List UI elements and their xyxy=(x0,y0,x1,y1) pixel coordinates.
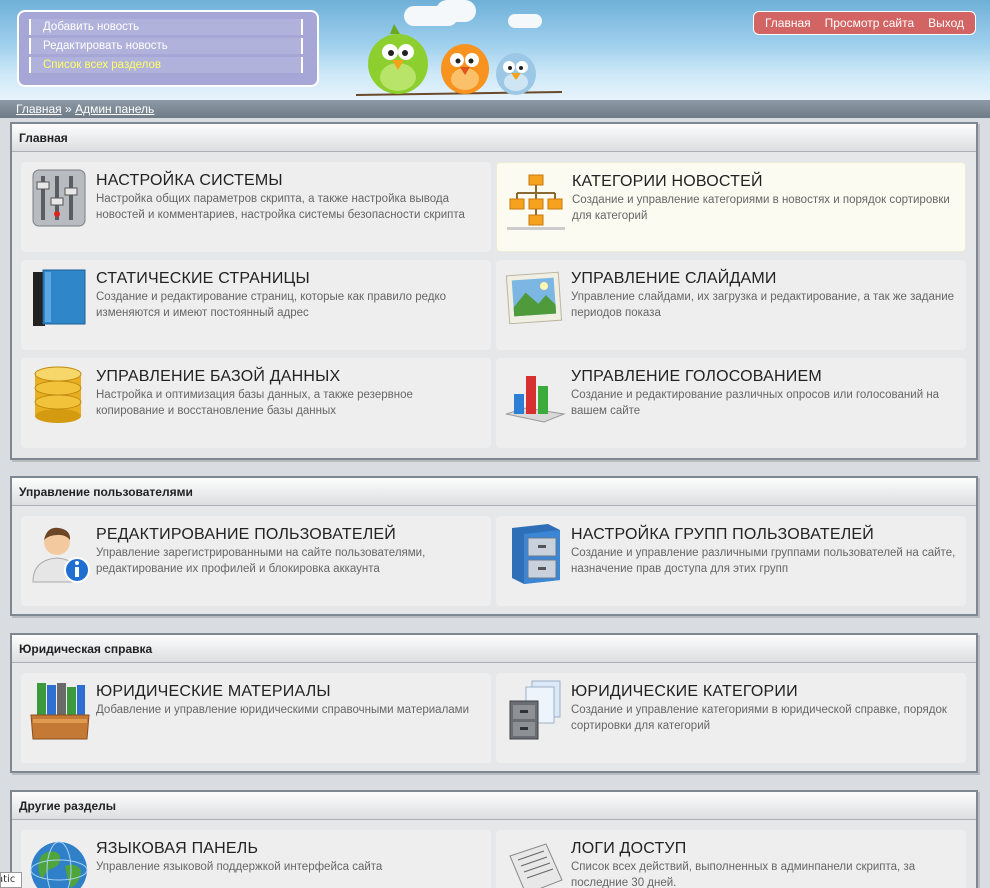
card-description: Настройка и оптимизация базы данных, а т… xyxy=(96,389,413,417)
card-legal-categories[interactable]: ЮРИДИЧЕСКИЕ КАТЕГОРИИ Создание и управле… xyxy=(496,673,966,763)
mixer-settings-icon xyxy=(32,169,86,227)
card-description: Управление языковой поддержкой интерфейс… xyxy=(96,861,383,873)
card-access-logs[interactable]: ЛОГИ ДОСТУП Список всех действий, выполн… xyxy=(496,830,966,888)
card-description: Создание и управление категориями в юрид… xyxy=(571,704,947,732)
bar-chart-icon xyxy=(505,376,566,423)
section-other: Другие разделы ЯЗЫКОВАЯ ПАНЕЛЬ Управлени… xyxy=(10,790,978,888)
card-title: НАСТРОЙКА ГРУПП ПОЛЬЗОВАТЕЛЕЙ xyxy=(571,526,874,543)
section-title: Управление пользователями xyxy=(12,478,976,506)
quick-menu-all-sections[interactable]: Список всех разделов xyxy=(29,57,303,73)
section-title: Главная xyxy=(12,124,976,152)
nav-view-site-link[interactable]: Просмотр сайта xyxy=(825,16,915,30)
card-description: Управление зарегистрированными на сайте … xyxy=(96,547,426,575)
hierarchy-icon xyxy=(507,174,565,230)
card-description: Список всех действий, выполненных в адми… xyxy=(571,861,916,888)
card-title: ЯЗЫКОВАЯ ПАНЕЛЬ xyxy=(96,840,259,857)
card-description: Создание и управление различными группам… xyxy=(571,547,956,575)
card-title: СТАТИЧЕСКИЕ СТРАНИЦЫ xyxy=(96,270,310,287)
card-database[interactable]: УПРАВЛЕНИЕ БАЗОЙ ДАННЫХ Настройка и опти… xyxy=(21,358,491,448)
cloud xyxy=(436,0,476,22)
card-slides[interactable]: УПРАВЛЕНИЕ СЛАЙДАМИ Управление слайдами,… xyxy=(496,260,966,350)
card-description: Настройка общих параметров скрипта, а та… xyxy=(96,193,465,221)
card-title: РЕДАКТИРОВАНИЕ ПОЛЬЗОВАТЕЛЕЙ xyxy=(96,526,396,543)
header: Добавить новость Редактировать новость С… xyxy=(0,0,990,100)
card-description: Создание и редактирование различных опро… xyxy=(571,389,940,417)
card-title: УПРАВЛЕНИЕ БАЗОЙ ДАННЫХ xyxy=(96,368,341,385)
section-legal: Юридическая справка ЮРИДИЧЕСКИЕ МАТЕРИАЛ… xyxy=(10,633,978,773)
card-language-panel[interactable]: ЯЗЫКОВАЯ ПАНЕЛЬ Управление языковой подд… xyxy=(21,830,491,888)
breadcrumb-separator: » xyxy=(65,102,72,116)
binders-icon xyxy=(30,683,90,740)
log-document-icon xyxy=(509,843,563,888)
user-info-icon xyxy=(32,527,90,583)
quick-menu: Добавить новость Редактировать новость С… xyxy=(17,10,319,87)
card-legal-materials[interactable]: ЮРИДИЧЕСКИЕ МАТЕРИАЛЫ Добавление и управ… xyxy=(21,673,491,763)
nav-home-link[interactable]: Главная xyxy=(765,16,811,30)
database-icon xyxy=(34,366,82,423)
card-voting[interactable]: УПРАВЛЕНИЕ ГОЛОСОВАНИЕМ Создание и редак… xyxy=(496,358,966,448)
card-static-pages[interactable]: СТАТИЧЕСКИЕ СТРАНИЦЫ Создание и редактир… xyxy=(21,260,491,350)
birds-logo xyxy=(356,24,562,96)
card-description: Добавление и управление юридическими спр… xyxy=(96,704,470,716)
picture-icon xyxy=(505,271,563,325)
top-nav: Главная Просмотр сайта Выход xyxy=(753,11,976,35)
globe-icon xyxy=(30,841,88,888)
nav-logout-link[interactable]: Выход xyxy=(928,16,964,30)
quick-menu-add-news[interactable]: Добавить новость xyxy=(29,19,303,35)
section-main: Главная НАСТРОЙКА СИСТЕМЫ Настройка общи… xyxy=(10,122,978,460)
card-title: КАТЕГОРИИ НОВОСТЕЙ xyxy=(572,173,763,190)
section-users: Управление пользователями РЕДАКТИРОВАНИЕ… xyxy=(10,476,978,616)
card-title: НАСТРОЙКА СИСТЕМЫ xyxy=(96,172,283,189)
status-bar: atic xyxy=(0,872,22,888)
section-title: Другие разделы xyxy=(12,792,976,820)
card-description: Создание и управление категориями в ново… xyxy=(572,194,950,222)
card-title: ЮРИДИЧЕСКИЕ МАТЕРИАЛЫ xyxy=(96,683,331,700)
card-title: УПРАВЛЕНИЕ ГОЛОСОВАНИЕМ xyxy=(571,368,822,385)
cabinet-documents-icon xyxy=(509,680,561,740)
section-title: Юридическая справка xyxy=(12,635,976,663)
card-user-groups[interactable]: НАСТРОЙКА ГРУПП ПОЛЬЗОВАТЕЛЕЙ Создание и… xyxy=(496,516,966,606)
card-title: ЛОГИ ДОСТУП xyxy=(571,840,687,857)
card-title: УПРАВЛЕНИЕ СЛАЙДАМИ xyxy=(571,270,777,287)
breadcrumb-home[interactable]: Главная xyxy=(16,102,62,116)
breadcrumb-current[interactable]: Админ панель xyxy=(75,102,154,116)
file-cabinet-icon xyxy=(512,524,560,584)
book-icon xyxy=(33,269,86,326)
card-description: Управление слайдами, их загрузка и редак… xyxy=(571,291,955,319)
card-edit-users[interactable]: РЕДАКТИРОВАНИЕ ПОЛЬЗОВАТЕЛЕЙ Управление … xyxy=(21,516,491,606)
card-system-settings[interactable]: НАСТРОЙКА СИСТЕМЫ Настройка общих параме… xyxy=(21,162,491,252)
quick-menu-edit-news[interactable]: Редактировать новость xyxy=(29,38,303,54)
card-title: ЮРИДИЧЕСКИЕ КАТЕГОРИИ xyxy=(571,683,798,700)
card-news-categories[interactable]: КАТЕГОРИИ НОВОСТЕЙ Создание и управление… xyxy=(496,162,966,252)
card-description: Создание и редактирование страниц, котор… xyxy=(96,291,447,319)
breadcrumb: Главная » Админ панель xyxy=(0,100,990,118)
